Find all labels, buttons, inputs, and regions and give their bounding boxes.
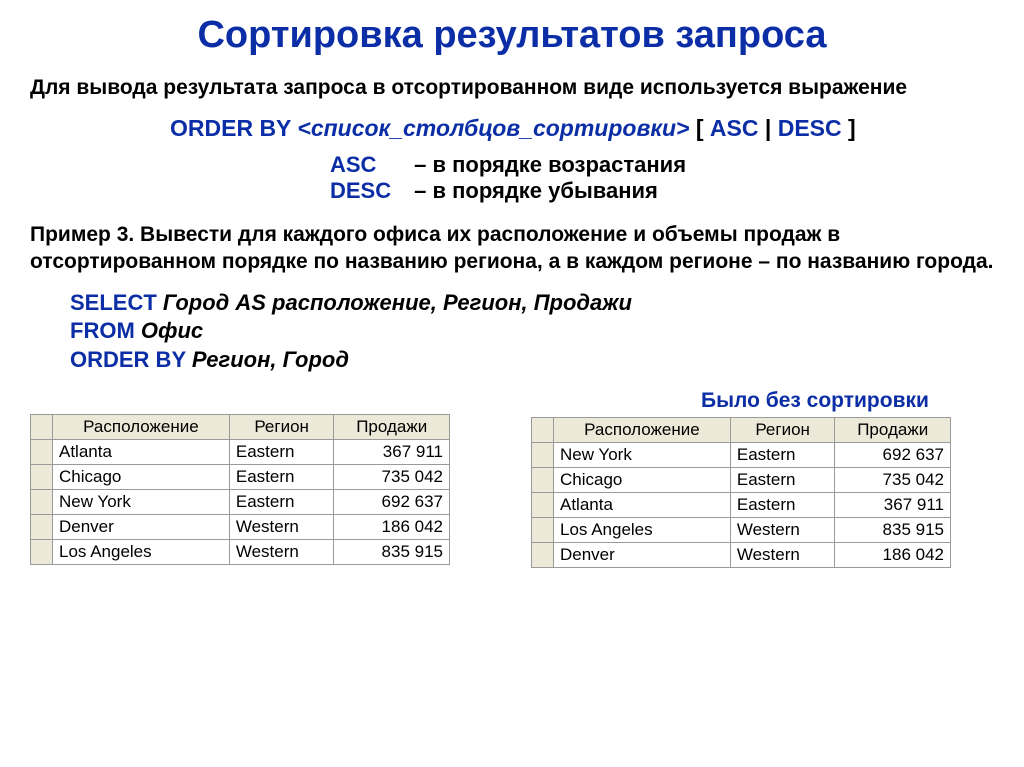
cell-location: Denver: [554, 542, 731, 567]
unsorted-table: Расположение Регион Продажи New YorkEast…: [531, 417, 951, 568]
from-args: Офис: [141, 318, 203, 343]
cell-location: New York: [554, 442, 731, 467]
corner-cell: [532, 417, 554, 442]
unsorted-table-container: Было без сортировки Расположение Регион …: [531, 389, 994, 568]
row-selector: [532, 492, 554, 517]
table-header-row: Расположение Регион Продажи: [31, 414, 450, 439]
col-region: Регион: [730, 417, 835, 442]
cell-sales: 835 915: [334, 539, 450, 564]
table-row: DenverWestern186 042: [31, 514, 450, 539]
cell-location: Atlanta: [554, 492, 731, 517]
col-location: Расположение: [53, 414, 230, 439]
desc-descr: – в порядке убывания: [414, 178, 658, 203]
cell-sales: 186 042: [334, 514, 450, 539]
pipe-separator: |: [765, 115, 771, 141]
unsorted-caption: Было без сортировки: [701, 389, 994, 413]
cell-region: Eastern: [730, 492, 835, 517]
orderby-placeholder: <список_столбцов_сортировки>: [297, 115, 689, 141]
asc-keyword: ASC: [710, 115, 759, 141]
row-selector: [532, 467, 554, 492]
sorted-table-container: Расположение Регион Продажи AtlantaEaste…: [30, 389, 493, 565]
desc-label: DESC: [330, 178, 408, 204]
cell-region: Eastern: [730, 442, 835, 467]
table-row: New YorkEastern692 637: [31, 489, 450, 514]
row-selector: [31, 464, 53, 489]
cell-location: Denver: [53, 514, 230, 539]
table-row: ChicagoEastern735 042: [532, 467, 951, 492]
select-kw: SELECT: [70, 290, 157, 315]
cell-region: Eastern: [229, 489, 334, 514]
table-row: AtlantaEastern367 911: [31, 439, 450, 464]
table-header-row: Расположение Регион Продажи: [532, 417, 951, 442]
orderby-kw: ORDER BY: [70, 347, 186, 372]
cell-region: Eastern: [730, 467, 835, 492]
col-region: Регион: [229, 414, 334, 439]
cell-region: Eastern: [229, 439, 334, 464]
row-selector: [532, 442, 554, 467]
row-selector: [532, 517, 554, 542]
cell-region: Eastern: [229, 464, 334, 489]
desc-explain: DESC – в порядке убывания: [330, 178, 994, 204]
cell-sales: 835 915: [835, 517, 951, 542]
cell-region: Western: [730, 517, 835, 542]
slide-title: Сортировка результатов запроса: [30, 14, 994, 57]
corner-cell: [31, 414, 53, 439]
col-location: Расположение: [554, 417, 731, 442]
table-row: AtlantaEastern367 911: [532, 492, 951, 517]
asc-label: ASC: [330, 152, 408, 178]
orderby-keyword: ORDER BY: [170, 115, 291, 141]
cell-location: Los Angeles: [53, 539, 230, 564]
cell-location: Chicago: [53, 464, 230, 489]
table-row: DenverWestern186 042: [532, 542, 951, 567]
bracket-open: [: [696, 115, 704, 141]
cell-sales: 367 911: [334, 439, 450, 464]
col-sales: Продажи: [835, 417, 951, 442]
sql-query: SELECT Город AS расположение, Регион, Пр…: [70, 289, 994, 375]
example-text: Пример 3. Вывести для каждого офиса их р…: [30, 222, 994, 275]
orderby-args: Регион, Город: [192, 347, 349, 372]
table-row: Los AngelesWestern835 915: [31, 539, 450, 564]
cell-location: New York: [53, 489, 230, 514]
syntax-expression: ORDER BY <список_столбцов_сортировки> [ …: [170, 115, 994, 142]
cell-location: Chicago: [554, 467, 731, 492]
table-row: Los AngelesWestern835 915: [532, 517, 951, 542]
row-selector: [532, 542, 554, 567]
cell-location: Los Angeles: [554, 517, 731, 542]
bracket-close: ]: [848, 115, 856, 141]
cell-sales: 735 042: [835, 467, 951, 492]
asc-descr: – в порядке возрастания: [414, 152, 686, 177]
cell-location: Atlanta: [53, 439, 230, 464]
cell-region: Western: [229, 539, 334, 564]
row-selector: [31, 439, 53, 464]
cell-sales: 186 042: [835, 542, 951, 567]
cell-region: Western: [229, 514, 334, 539]
col-sales: Продажи: [334, 414, 450, 439]
asc-explain: ASC – в порядке возрастания: [330, 152, 994, 178]
from-kw: FROM: [70, 318, 135, 343]
cell-sales: 735 042: [334, 464, 450, 489]
table-row: ChicagoEastern735 042: [31, 464, 450, 489]
cell-sales: 692 637: [334, 489, 450, 514]
cell-region: Western: [730, 542, 835, 567]
intro-text: Для вывода результата запроса в отсортир…: [30, 75, 994, 101]
row-selector: [31, 539, 53, 564]
desc-keyword: DESC: [778, 115, 842, 141]
sorted-table: Расположение Регион Продажи AtlantaEaste…: [30, 414, 450, 565]
row-selector: [31, 489, 53, 514]
cell-sales: 692 637: [835, 442, 951, 467]
table-row: New YorkEastern692 637: [532, 442, 951, 467]
select-args: Город AS расположение, Регион, Продажи: [163, 290, 632, 315]
row-selector: [31, 514, 53, 539]
cell-sales: 367 911: [835, 492, 951, 517]
